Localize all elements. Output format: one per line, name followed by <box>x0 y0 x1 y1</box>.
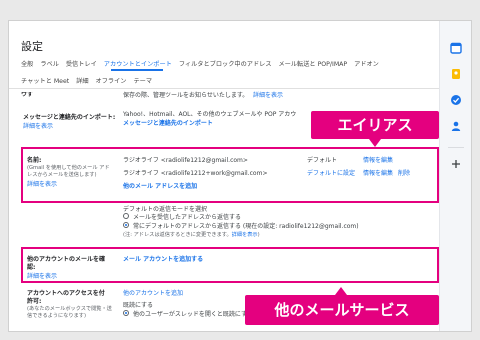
reply-option-2-radio[interactable] <box>123 222 129 228</box>
tab-offline[interactable]: オフライン <box>96 78 127 85</box>
add-mail-account-link[interactable]: メール アカウントを追加する <box>123 254 203 263</box>
active-tab-indicator <box>111 69 163 71</box>
name-note-2: レスからメールを送信します) <box>27 172 97 178</box>
cut-section-link[interactable]: 詳細を表示 <box>253 90 283 99</box>
gmail-window: 設定 全般 ラベル 受信トレイ アカウントとインポート フィルタとブロック中のア… <box>8 20 472 332</box>
cut-section-label: ウす <box>21 92 34 98</box>
import-detail-link[interactable]: 詳細を表示 <box>23 121 53 130</box>
reply-note-end: ) <box>257 232 260 238</box>
tasks-icon[interactable] <box>449 93 463 107</box>
grant-access-label-2: 許可: <box>27 298 42 305</box>
reply-option-1-label: メールを受信したアドレスから返信する <box>133 214 242 221</box>
tab-addons[interactable]: アドオン <box>354 61 379 68</box>
calendar-icon[interactable] <box>449 41 463 55</box>
tab-general[interactable]: 全般 <box>21 61 33 68</box>
account-row-2-edit[interactable]: 情報を編集 <box>363 168 393 177</box>
side-panel-rail <box>439 21 471 331</box>
account-row-2-make-default[interactable]: デフォルトに設定 <box>307 168 355 177</box>
tab-advanced[interactable]: 詳細 <box>76 78 88 85</box>
reply-option-1-radio[interactable] <box>123 213 129 219</box>
other-mail-highlight-box <box>21 247 439 283</box>
mark-read-option: 他のユーザーがスレッドを開くと既読にする <box>133 311 253 318</box>
account-row-1-name: ラジオライフ <radiolife1212@gmail.com> <box>123 157 248 164</box>
tab-filters[interactable]: フィルタとブロック中のアドレス <box>179 61 272 68</box>
other-mail-callout: 他のメールサービス <box>245 287 439 325</box>
tab-themes[interactable]: テーマ <box>133 78 152 85</box>
tab-chat-meet[interactable]: チャットと Meet <box>21 78 69 85</box>
name-label: 名前: <box>27 157 42 164</box>
account-row-2-delete[interactable]: 削除 <box>398 168 410 177</box>
import-description: Yahoo!、Hotmail、AOL、その他のウェブメールや POP アカウ <box>123 111 297 118</box>
grant-note-2: 信できるようになります) <box>27 313 86 319</box>
tab-accounts-import[interactable]: アカウントとインポート <box>104 61 172 68</box>
reply-note-link[interactable]: 詳細を表示 <box>232 232 258 238</box>
reply-note: (注: アドレスは返信するときに変更できます。詳細を表示) <box>123 231 260 238</box>
tab-inbox[interactable]: 受信トレイ <box>66 61 97 68</box>
name-detail-link[interactable]: 詳細を表示 <box>27 179 57 188</box>
grant-note-1: (あなたのメールボックスで閲覧・送 <box>27 306 112 312</box>
add-address-link[interactable]: 他のメール アドレスを追加 <box>123 181 197 190</box>
reply-option-2-label: 常にデフォルトのアドレスから返信する (現在の設定: radiolife1212… <box>133 223 359 230</box>
check-mail-label-2: 認: <box>27 264 36 271</box>
tab-labels[interactable]: ラベル <box>40 61 59 68</box>
keep-icon[interactable] <box>449 67 463 81</box>
tabs-divider <box>9 88 441 89</box>
mark-read-radio[interactable] <box>123 310 129 316</box>
import-action-link[interactable]: メッセージと連絡先のインポート <box>123 118 213 127</box>
mark-read-heading: 既読にする <box>123 302 154 309</box>
check-mail-label: 他のアカウントのメールを確 <box>27 256 106 263</box>
contacts-icon[interactable] <box>449 119 463 133</box>
settings-tabs-row2: チャットと Meet 詳細 オフライン テーマ <box>21 76 157 85</box>
add-icon[interactable] <box>449 157 463 171</box>
tab-forwarding[interactable]: メール転送と POP/IMAP <box>278 61 347 68</box>
account-row-1-edit[interactable]: 情報を編集 <box>363 155 393 164</box>
account-row-1-status: デフォルト <box>307 157 338 164</box>
alias-callout: エイリアス <box>311 111 439 147</box>
cut-section-text: 保存の際、管理ツールをお知らせいたします。 <box>123 92 249 99</box>
import-label: メッセージと連絡先のインポート: <box>23 114 116 121</box>
settings-tabs-row1: 全般 ラベル 受信トレイ アカウントとインポート フィルタとブロック中のアドレス… <box>21 59 384 68</box>
rail-divider <box>448 147 464 148</box>
check-mail-detail-link[interactable]: 詳細を表示 <box>27 271 57 280</box>
settings-main: 設定 全般 ラベル 受信トレイ アカウントとインポート フィルタとブロック中のア… <box>9 21 441 331</box>
account-row-2-name: ラジオライフ <radiolife1212+work@gmail.com> <box>123 170 268 177</box>
page-title: 設定 <box>21 40 43 53</box>
reply-note-text: (注: アドレスは返信するときに変更できます。 <box>123 232 232 238</box>
name-note-1: (Gmail を使用して他のメール アド <box>27 165 110 171</box>
add-another-account-link[interactable]: 他のアカウントを追加 <box>123 288 183 297</box>
